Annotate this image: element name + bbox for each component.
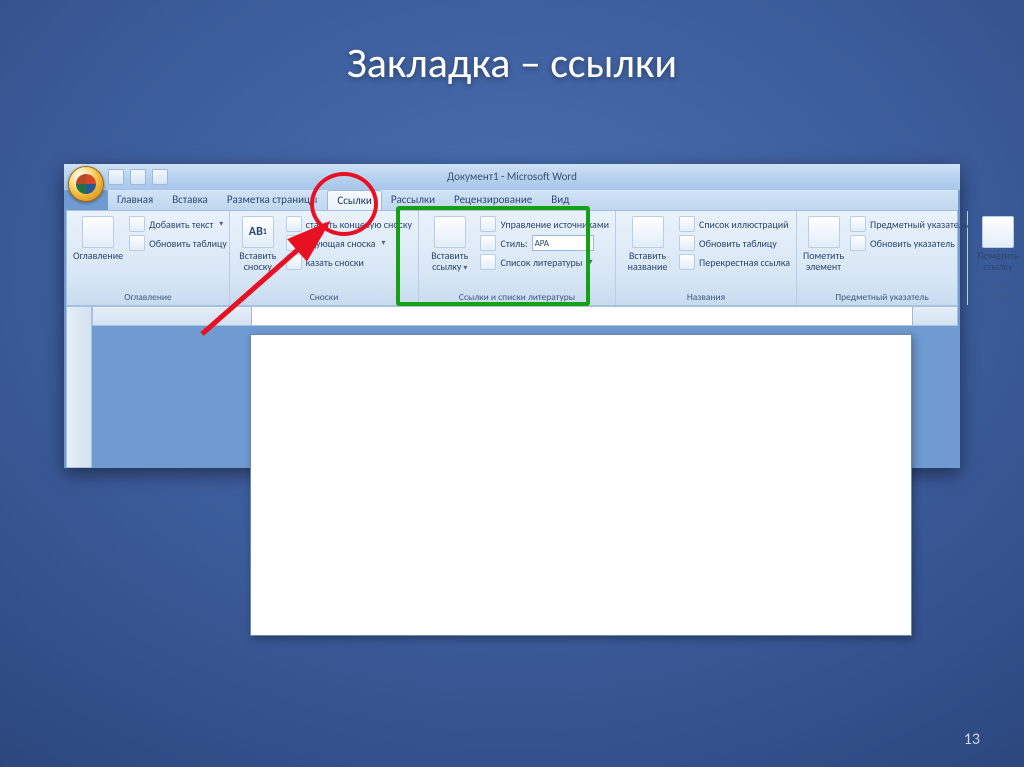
group-citations-label: Ссылки и списки литературы — [425, 292, 609, 305]
figures-list-button[interactable]: Список иллюстраций — [679, 216, 790, 232]
update-index-icon — [850, 235, 866, 251]
document-page[interactable] — [250, 334, 912, 636]
update-toc-icon — [129, 235, 145, 251]
figures-list-label: Список иллюстраций — [699, 218, 789, 231]
group-authorities: Пометить ссылку Таблица ссылок — [968, 211, 1024, 305]
tab-mailings[interactable]: Рассылки — [382, 190, 445, 210]
group-authorities-label: Таблица ссылок — [974, 281, 1022, 305]
style-label-text: Стиль: — [500, 237, 527, 250]
add-text-button[interactable]: Добавить текст — [129, 216, 227, 232]
slide-title: Закладка – ссылки — [0, 0, 1024, 89]
citation-icon — [434, 216, 466, 248]
tab-view[interactable]: Вид — [542, 190, 579, 210]
toc-button[interactable]: Оглавление — [73, 214, 123, 261]
next-footnote-icon — [286, 235, 302, 251]
style-icon — [480, 235, 496, 251]
ab-label: AB — [249, 227, 263, 238]
tab-insert[interactable]: Вставка — [163, 190, 218, 210]
quick-access-toolbar — [108, 168, 168, 186]
insert-caption-button[interactable]: Вставить название — [622, 214, 673, 272]
update-captions-button[interactable]: Обновить таблицу — [679, 235, 790, 251]
update-captions-label: Обновить таблицу — [699, 237, 777, 250]
group-index: Пометить элемент Предметный указатель Об… — [797, 211, 968, 305]
insert-citation-label: Вставить ссылку — [425, 250, 474, 274]
insert-index-icon — [850, 216, 866, 232]
insert-caption-label: Вставить название — [622, 250, 673, 272]
tab-page-layout[interactable]: Разметка страницы — [218, 190, 328, 210]
mark-entry-icon — [808, 216, 840, 248]
insert-endnote-button[interactable]: ставить концевую сноску — [286, 216, 412, 232]
update-cap-icon — [679, 235, 695, 251]
style-value-field[interactable]: APA — [532, 235, 594, 251]
vertical-ruler[interactable] — [66, 306, 92, 468]
tab-home[interactable]: Главная — [108, 190, 163, 210]
document-canvas[interactable] — [92, 326, 958, 466]
update-index-button[interactable]: Обновить указатель — [850, 235, 968, 251]
bibliography-icon — [480, 254, 496, 270]
mark-citation-label: Пометить ссылку — [974, 250, 1022, 272]
group-index-label: Предметный указатель — [803, 292, 961, 305]
insert-endnote-label: ставить концевую сноску — [306, 218, 412, 231]
show-notes-label: казать сноски — [306, 256, 364, 269]
horizontal-ruler[interactable] — [92, 306, 958, 326]
group-captions: Вставить название Список иллюстраций Обн… — [616, 211, 797, 305]
undo-icon[interactable] — [130, 169, 146, 185]
group-toc: Оглавление Добавить текст Обновить табли… — [67, 211, 230, 305]
cross-ref-label: Перекрестная ссылка — [699, 256, 790, 269]
add-text-label: Добавить текст — [149, 218, 213, 231]
mark-citation-button[interactable]: Пометить ссылку — [974, 214, 1022, 272]
group-footnotes-label: Сноски — [236, 292, 412, 305]
bibliography-label: Список литературы — [500, 256, 582, 269]
title-bar: Документ1 - Microsoft Word — [64, 164, 960, 191]
manage-sources-button[interactable]: Управление источниками — [480, 216, 609, 232]
ribbon: Оглавление Добавить текст Обновить табли… — [66, 210, 958, 306]
tab-references[interactable]: Ссылки — [327, 190, 382, 210]
bibliography-button[interactable]: Список литературы — [480, 254, 609, 270]
update-toc-button[interactable]: Обновить таблицу — [129, 235, 227, 251]
toc-icon — [82, 216, 114, 248]
next-footnote-button[interactable]: едующая сноска — [286, 235, 412, 251]
next-footnote-label: едующая сноска — [306, 237, 376, 250]
endnote-icon — [286, 216, 302, 232]
group-footnotes: AB1 Вставить сноску ставить концевую сно… — [230, 211, 419, 305]
insert-footnote-button[interactable]: AB1 Вставить сноску — [236, 214, 280, 272]
crossref-icon — [679, 254, 695, 270]
ribbon-tabs: Главная Вставка Разметка страницы Ссылки… — [108, 190, 958, 210]
page-number: 13 — [964, 730, 980, 749]
group-toc-label: Оглавление — [73, 292, 223, 305]
redo-icon[interactable] — [152, 169, 168, 185]
cross-ref-button[interactable]: Перекрестная ссылка — [679, 254, 790, 270]
caption-icon — [632, 216, 664, 248]
group-captions-label: Названия — [622, 292, 790, 305]
office-button[interactable] — [68, 166, 104, 202]
figures-icon — [679, 216, 695, 232]
add-text-icon — [129, 216, 145, 232]
update-index-label: Обновить указатель — [870, 237, 955, 250]
insert-citation-button[interactable]: Вставить ссылку — [425, 214, 474, 274]
style-selector[interactable]: Стиль: APA — [480, 235, 609, 251]
show-notes-button[interactable]: казать сноски — [286, 254, 412, 270]
document-title: Документ1 - Microsoft Word — [64, 164, 960, 190]
toc-button-label: Оглавление — [73, 250, 123, 261]
tab-review[interactable]: Рецензирование — [445, 190, 542, 210]
mark-entry-button[interactable]: Пометить элемент — [803, 214, 844, 272]
word-window: Документ1 - Microsoft Word Главная Встав… — [64, 164, 960, 468]
mark-citation-icon — [982, 216, 1014, 248]
manage-sources-label: Управление источниками — [500, 218, 609, 231]
update-toc-label: Обновить таблицу — [149, 237, 227, 250]
sources-icon — [480, 216, 496, 232]
show-notes-icon — [286, 254, 302, 270]
mark-entry-label: Пометить элемент — [803, 250, 844, 272]
insert-footnote-label: Вставить сноску — [236, 250, 280, 272]
footnote-icon: AB1 — [242, 216, 274, 248]
group-citations: Вставить ссылку Управление источниками С… — [419, 211, 616, 305]
insert-index-label: Предметный указатель — [870, 218, 968, 231]
insert-index-button[interactable]: Предметный указатель — [850, 216, 968, 232]
save-icon[interactable] — [108, 169, 124, 185]
